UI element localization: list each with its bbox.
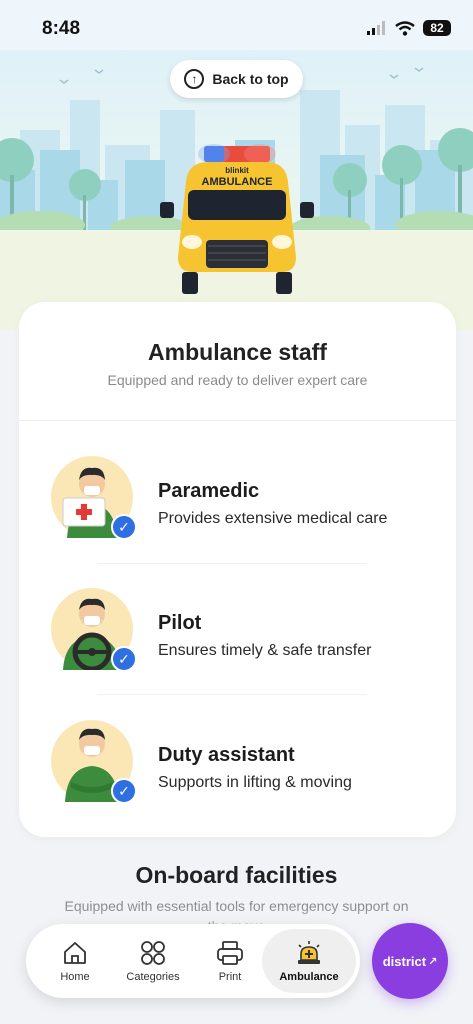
divider <box>97 694 367 695</box>
staff-name: Paramedic <box>158 480 260 502</box>
bottom-navigation: Home Categories Print Ambulance <box>26 924 360 998</box>
wifi-icon <box>395 20 415 36</box>
nav-item-home[interactable]: Home <box>40 924 110 998</box>
verified-badge-icon: ✓ <box>111 646 137 672</box>
staff-name: Pilot <box>158 612 202 634</box>
back-to-top-label: Back to top <box>212 71 289 87</box>
ambulance-illustration: blinkit AMBULANCE <box>160 144 314 294</box>
staff-section-title: Ambulance staff <box>148 339 327 365</box>
facilities-section-title: On-board facilities <box>135 862 338 888</box>
staff-item-duty-assistant: ✓ Duty assistant Supports in lifting & m… <box>51 720 451 810</box>
back-to-top-button[interactable]: ↑ Back to top <box>170 60 303 98</box>
status-time: 8:48 <box>42 18 81 39</box>
district-label: district <box>382 953 427 969</box>
nav-label: Home <box>60 970 90 983</box>
battery-indicator: 82 <box>423 20 451 36</box>
verified-badge-icon: ✓ <box>111 514 137 540</box>
nav-label: Ambulance <box>279 970 339 983</box>
staff-item-paramedic: ✓ Paramedic Provides extensive medical c… <box>51 456 451 546</box>
ambulance-staff-card: Ambulance staff Equipped and ready to de… <box>19 302 456 837</box>
nav-item-categories[interactable]: Categories <box>116 924 190 998</box>
staff-description: Ensures timely & safe transfer <box>158 642 372 659</box>
nav-item-print[interactable]: Print <box>198 924 262 998</box>
arrow-up-icon: ↑ <box>184 69 205 89</box>
staff-item-pilot: ✓ Pilot Ensures timely & safe transfer <box>51 588 451 678</box>
paramedic-avatar: ✓ <box>51 456 137 542</box>
staff-description: Provides extensive medical care <box>158 510 388 527</box>
home-icon <box>64 941 86 964</box>
categories-icon <box>141 940 165 965</box>
verified-badge-icon: ✓ <box>111 778 137 804</box>
nav-label: Print <box>218 970 242 983</box>
divider <box>19 420 456 421</box>
staff-name: Duty assistant <box>158 744 295 766</box>
ambulance-brand-text: blinkit <box>225 166 249 175</box>
arrow-up-right-icon: ↗ <box>428 955 438 968</box>
district-button[interactable]: district ↗ <box>372 923 448 999</box>
printer-icon <box>217 940 243 965</box>
nav-label: Categories <box>126 970 180 983</box>
signal-icon <box>367 21 385 35</box>
status-icons: 82 <box>367 20 451 36</box>
staff-section-subtitle: Equipped and ready to deliver expert car… <box>107 372 368 388</box>
duty-assistant-avatar: ✓ <box>51 720 137 806</box>
divider <box>97 563 367 564</box>
staff-description: Supports in lifting & moving <box>158 774 352 791</box>
status-bar: 8:48 82 <box>0 0 473 50</box>
ambulance-label-text: AMBULANCE <box>202 176 273 188</box>
ambulance-siren-icon <box>298 940 320 964</box>
pilot-avatar: ✓ <box>51 588 137 674</box>
nav-item-ambulance[interactable]: Ambulance <box>262 929 356 993</box>
